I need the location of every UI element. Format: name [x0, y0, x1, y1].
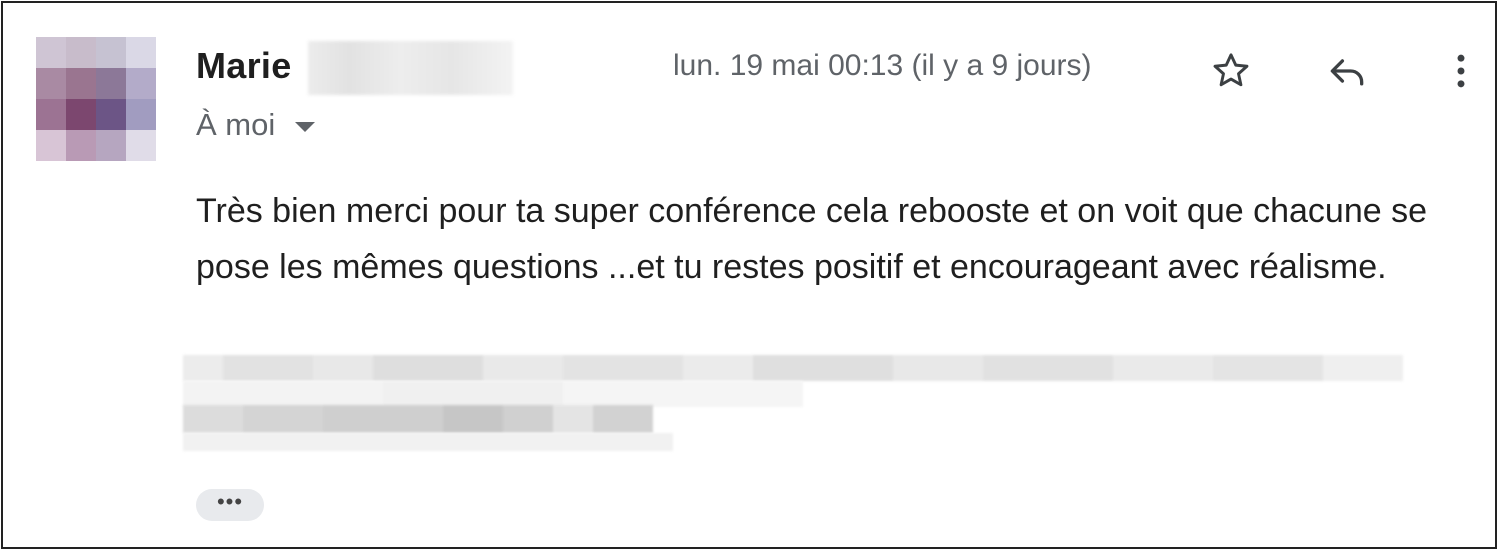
redacted-text-line: [183, 381, 803, 407]
message-date: lun. 19 mai 00:13 (il y a 9 jours): [673, 49, 1092, 82]
more-vert-icon: [1457, 54, 1465, 88]
redacted-text-line: [183, 405, 653, 433]
redacted-sender-surname: [308, 41, 513, 95]
show-trimmed-content-button[interactable]: •••: [196, 489, 264, 521]
avatar[interactable]: [36, 37, 156, 161]
redacted-text-line: [183, 433, 673, 451]
ellipsis-icon: •••: [216, 489, 244, 514]
email-message-card: Marie À moi lun. 19 mai 00:13 (il y a 9 …: [1, 1, 1497, 549]
message-body: Très bien merci pour ta super conférence…: [196, 192, 1428, 286]
star-button[interactable]: [1207, 47, 1255, 95]
recipient-line[interactable]: À moi: [196, 107, 316, 143]
reply-button[interactable]: [1323, 47, 1371, 95]
chevron-down-icon[interactable]: [295, 122, 316, 132]
reply-icon: [1330, 59, 1364, 86]
sender-name[interactable]: Marie: [196, 45, 292, 87]
more-options-button[interactable]: [1437, 47, 1485, 95]
star-icon: [1213, 53, 1249, 87]
redacted-text-line: [183, 355, 1423, 381]
recipient-label: À moi: [196, 107, 276, 142]
